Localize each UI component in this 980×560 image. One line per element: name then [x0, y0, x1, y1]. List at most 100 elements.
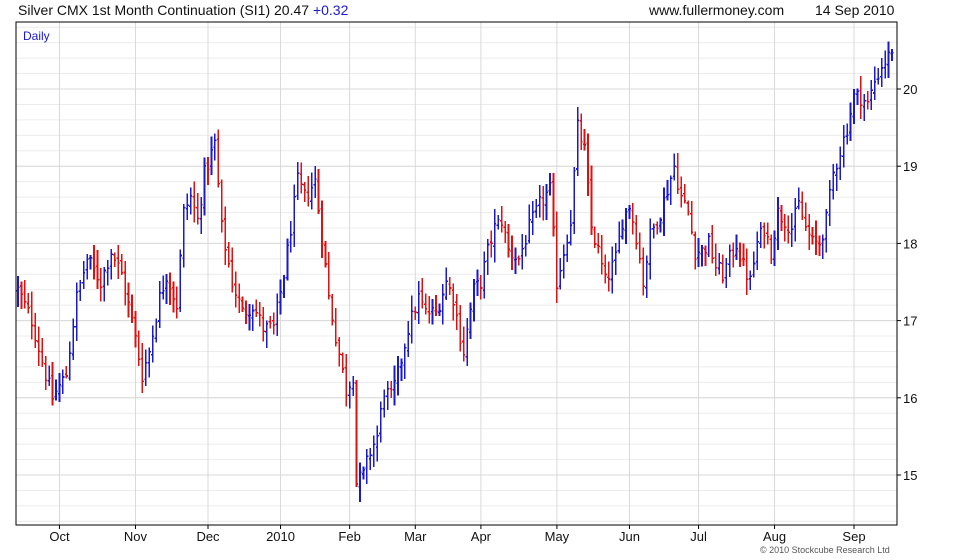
- ohlc-bar: [147, 347, 151, 378]
- ohlc-bar: [562, 244, 566, 279]
- ohlc-bar: [30, 291, 34, 340]
- ohlc-bar: [873, 66, 877, 101]
- ohlc-bar: [206, 156, 210, 185]
- ohlc-bar: [341, 352, 345, 374]
- ohlc-bar: [807, 213, 811, 250]
- ohlc-bar: [175, 286, 179, 319]
- ohlc-bar: [793, 197, 797, 242]
- ohlc-bar: [776, 196, 780, 251]
- ohlc-bar: [731, 242, 735, 268]
- y-tick-label: 16: [903, 391, 917, 406]
- ohlc-bar: [773, 230, 777, 267]
- ohlc-bar: [296, 161, 300, 200]
- ohlc-bar: [209, 136, 213, 175]
- ohlc-bar: [127, 282, 131, 318]
- ohlc-bar: [368, 447, 372, 471]
- ohlc-bar: [95, 249, 99, 290]
- ohlc-bar: [627, 204, 631, 220]
- x-tick-label: Mar: [404, 529, 427, 544]
- ohlc-bar: [462, 326, 466, 362]
- ohlc-bar: [821, 234, 825, 260]
- ohlc-bar: [123, 261, 127, 306]
- ohlc-bar: [417, 281, 421, 325]
- ohlc-bar: [344, 354, 348, 407]
- ohlc-bar: [800, 191, 804, 220]
- ohlc-bar: [838, 146, 842, 180]
- x-tick-label: Jun: [619, 529, 640, 544]
- ohlc-bar: [199, 196, 203, 235]
- ohlc-bar: [158, 280, 162, 329]
- ohlc-bar: [351, 376, 355, 397]
- ohlc-bar: [883, 50, 887, 79]
- ohlc-bar: [130, 294, 134, 323]
- y-tick-label: 19: [903, 159, 917, 174]
- ohlc-bar: [845, 123, 849, 145]
- ohlc-bar: [161, 275, 165, 300]
- ohlc-bar: [890, 48, 894, 61]
- ohlc-bar: [441, 284, 445, 325]
- y-tick-label: 17: [903, 314, 917, 329]
- ohlc-bar: [652, 223, 656, 239]
- ohlc-bar: [303, 181, 307, 202]
- ohlc-bar: [693, 231, 697, 270]
- ohlc-bar: [213, 133, 217, 161]
- ohlc-bar: [842, 124, 846, 168]
- ohlc-bar: [372, 435, 376, 467]
- ohlc-bar: [272, 312, 276, 335]
- ohlc-bar: [824, 209, 828, 253]
- ohlc-bar: [876, 68, 880, 85]
- ohlc-bar: [37, 326, 41, 366]
- ohlc-bar: [814, 220, 818, 255]
- ohlc-bar: [869, 79, 873, 111]
- ohlc-bar: [399, 358, 403, 381]
- ohlc-bar: [68, 341, 72, 381]
- ohlc-bar: [828, 179, 832, 227]
- ohlc-bar: [109, 248, 113, 280]
- ohlc-bar: [216, 129, 220, 188]
- ohlc-bar: [493, 209, 497, 263]
- ohlc-bar: [862, 94, 866, 121]
- ohlc-bar: [44, 356, 48, 390]
- x-tick-label: 2010: [266, 529, 295, 544]
- ohlc-bar: [690, 201, 694, 235]
- ohlc-bar: [586, 133, 590, 196]
- ohlc-bar: [669, 175, 673, 205]
- ohlc-bar: [82, 261, 86, 289]
- period-label: Daily: [23, 29, 50, 43]
- ohlc-bar: [714, 243, 718, 276]
- ohlc-bar: [71, 318, 75, 360]
- ohlc-bar: [545, 184, 549, 221]
- ohlc-bar: [866, 91, 870, 110]
- ohlc-bar: [89, 255, 93, 270]
- ohlc-bar: [396, 356, 400, 396]
- ohlc-bar: [634, 214, 638, 250]
- ohlc-bar: [811, 226, 815, 245]
- ohlc-bar: [451, 283, 455, 321]
- ohlc-bar: [317, 168, 321, 214]
- ohlc-bar: [165, 273, 169, 305]
- ohlc-bar: [78, 280, 82, 302]
- ohlc-bar: [389, 381, 393, 399]
- ohlc-bar: [196, 193, 200, 225]
- ohlc-bar: [686, 200, 690, 216]
- ohlc-bar: [472, 279, 476, 322]
- ohlc-bar: [486, 239, 490, 276]
- price-chart: 15 16 17 18 19 20 Oct Nov Dec 2010 Feb Mar Apr May Ju…: [15, 21, 917, 544]
- ohlc-bars: [16, 41, 894, 502]
- ohlc-bar: [458, 305, 462, 352]
- ohlc-bar: [513, 247, 517, 274]
- ohlc-bar: [717, 252, 721, 275]
- ohlc-bar: [47, 365, 51, 387]
- ohlc-bar: [880, 57, 884, 87]
- ohlc-bar: [75, 282, 79, 342]
- y-tick-label: 20: [903, 82, 917, 97]
- ohlc-bar: [700, 244, 704, 267]
- ohlc-bar: [254, 299, 258, 317]
- ohlc-bar: [534, 198, 538, 218]
- ohlc-bar: [61, 369, 65, 395]
- ohlc-bar: [589, 165, 593, 235]
- ohlc-bar: [306, 176, 310, 207]
- ohlc-bar: [323, 240, 327, 268]
- ohlc-bar: [85, 253, 89, 280]
- ohlc-bar: [237, 283, 241, 313]
